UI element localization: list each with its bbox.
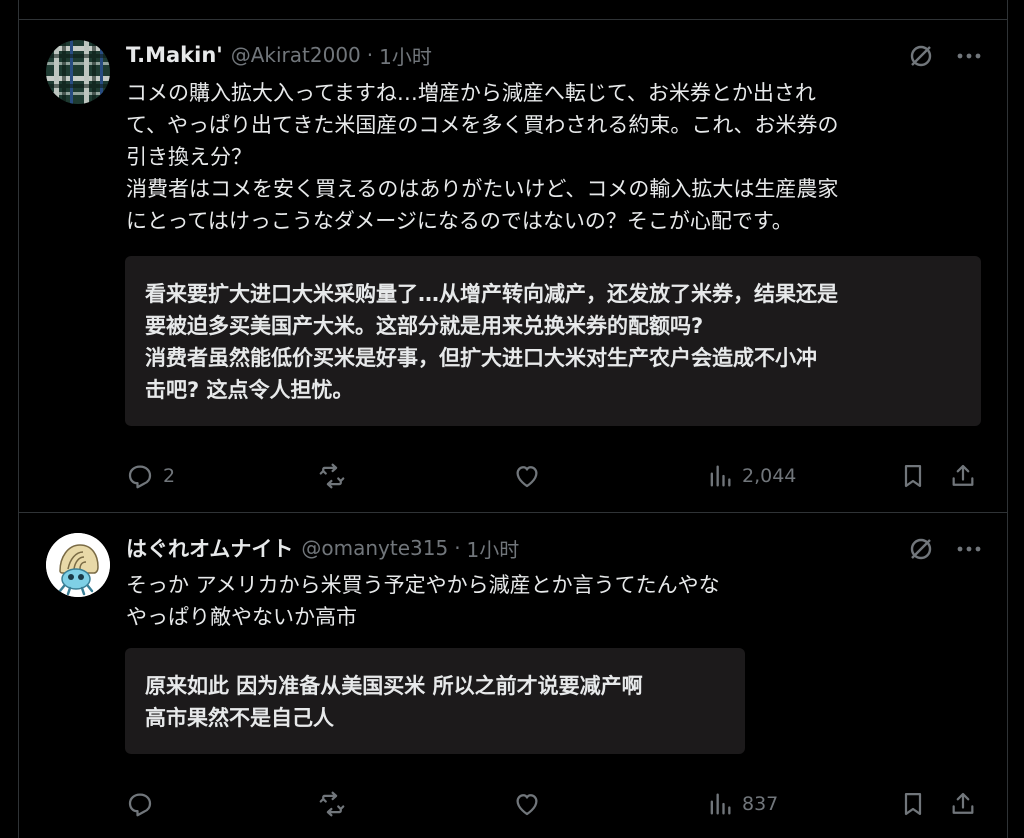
repost-icon xyxy=(319,463,345,489)
repost-button[interactable] xyxy=(317,788,355,820)
views-icon xyxy=(710,793,731,815)
repost-button[interactable] xyxy=(317,460,355,492)
like-button[interactable] xyxy=(512,788,550,820)
like-button[interactable] xyxy=(512,460,550,492)
post[interactable]: T.Makin' @Akirat2000 · 1小时 コメの購入拡大入ってますね… xyxy=(19,20,1007,512)
reply-button[interactable]: 2 xyxy=(125,460,175,492)
post-text-line: やっぱり敵やないか高市 xyxy=(126,605,357,629)
avatar[interactable] xyxy=(46,533,110,597)
like-icon xyxy=(516,466,538,488)
timeline-column: T.Makin' @Akirat2000 · 1小时 コメの購入拡大入ってますね… xyxy=(18,0,1008,838)
translation-line: 击吧? 这点令人担忧。 xyxy=(145,378,354,402)
repost-icon xyxy=(319,791,345,817)
view-count: 2,044 xyxy=(742,465,797,487)
view-count: 837 xyxy=(742,793,779,815)
post-text-line: にとってはけっこうなダメージになるのではないの？そこが心配です。 xyxy=(126,209,793,233)
post[interactable]: はぐれオムナイト @omanyte315 · 1小时 そっか アメリカから米買う… xyxy=(19,513,1007,838)
translation-line: 看来要扩大进口大米采购量了…从增产转向减产，还发放了米券，结果还是 xyxy=(145,282,838,306)
separator: · xyxy=(366,43,374,67)
post-text: コメの購入拡大入ってますね…増産から減産へ転じて、お米券とか出され て、やっぱり… xyxy=(126,77,976,237)
author-name[interactable]: はぐれオムナイト xyxy=(126,533,293,563)
avatar[interactable] xyxy=(46,40,110,104)
bookmark-button[interactable] xyxy=(899,460,927,492)
post-actions: 2 2,044 xyxy=(125,460,985,492)
reply-icon xyxy=(128,465,152,489)
post-text-line: て、やっぱり出てきた米国産のコメを多く買わされる約束。これ、お米券の xyxy=(126,113,839,137)
post-text-line: 消費者はコメを安く買えるのはありがたいけど、コメの輸入拡大は生産農家 xyxy=(126,177,839,201)
post-time[interactable]: 1小时 xyxy=(467,534,520,563)
translation-box: 原来如此 因为准备从美国买米 所以之前才说要减产啊 高市果然不是自己人 xyxy=(125,648,745,754)
share-icon xyxy=(952,464,974,486)
views-icon xyxy=(710,465,731,487)
post-time[interactable]: 1小时 xyxy=(379,41,432,70)
author-name[interactable]: T.Makin' xyxy=(126,43,223,67)
post-text-line: そっか アメリカから米買う予定やから減産とか言うてたんやな xyxy=(126,573,720,597)
share-icon xyxy=(952,792,974,814)
views-button[interactable]: 2,044 xyxy=(706,460,796,492)
post-header-actions xyxy=(907,42,983,70)
reply-count: 2 xyxy=(163,465,176,487)
more-icon[interactable] xyxy=(955,42,983,70)
like-icon xyxy=(516,794,538,816)
author-handle[interactable]: @omanyte315 xyxy=(301,536,448,560)
bookmark-button[interactable] xyxy=(899,788,927,820)
reply-button[interactable] xyxy=(125,788,163,820)
post-header: はぐれオムナイト @omanyte315 · 1小时 xyxy=(126,534,519,562)
translation-line: 要被迫多买美国产大米。这部分就是用来兑换米券的配额吗? xyxy=(145,314,704,338)
grok-icon[interactable] xyxy=(907,42,935,70)
post-header: T.Makin' @Akirat2000 · 1小时 xyxy=(126,41,432,69)
post-text-line: 引き換え分？ xyxy=(126,145,252,169)
grok-icon[interactable] xyxy=(907,535,935,563)
post-actions: 837 xyxy=(125,788,985,820)
post-text-line: コメの購入拡大入ってますね…増産から減産へ転じて、お米券とか出され xyxy=(126,81,816,105)
bookmark-icon xyxy=(904,792,922,816)
share-button[interactable] xyxy=(949,788,977,820)
share-button[interactable] xyxy=(949,460,977,492)
author-handle[interactable]: @Akirat2000 xyxy=(231,43,361,67)
bookmark-icon xyxy=(904,464,922,488)
translation-box: 看来要扩大进口大米采购量了…从增产转向减产，还发放了米券，结果还是 要被迫多买美… xyxy=(125,256,981,426)
translation-line: 消费者虽然能低价买米是好事，但扩大进口大米对生产农户会造成不小冲 xyxy=(145,346,817,370)
more-icon[interactable] xyxy=(955,535,983,563)
post-text: そっか アメリカから米買う予定やから減産とか言うてたんやな やっぱり敵やないか高… xyxy=(126,569,976,633)
translation-line: 高市果然不是自己人 xyxy=(145,706,334,730)
reply-icon xyxy=(128,793,152,817)
separator: · xyxy=(454,536,461,560)
views-button[interactable]: 837 xyxy=(706,788,778,820)
post-header-actions xyxy=(907,535,983,563)
translation-line: 原来如此 因为准备从美国买米 所以之前才说要减产啊 xyxy=(145,674,643,698)
